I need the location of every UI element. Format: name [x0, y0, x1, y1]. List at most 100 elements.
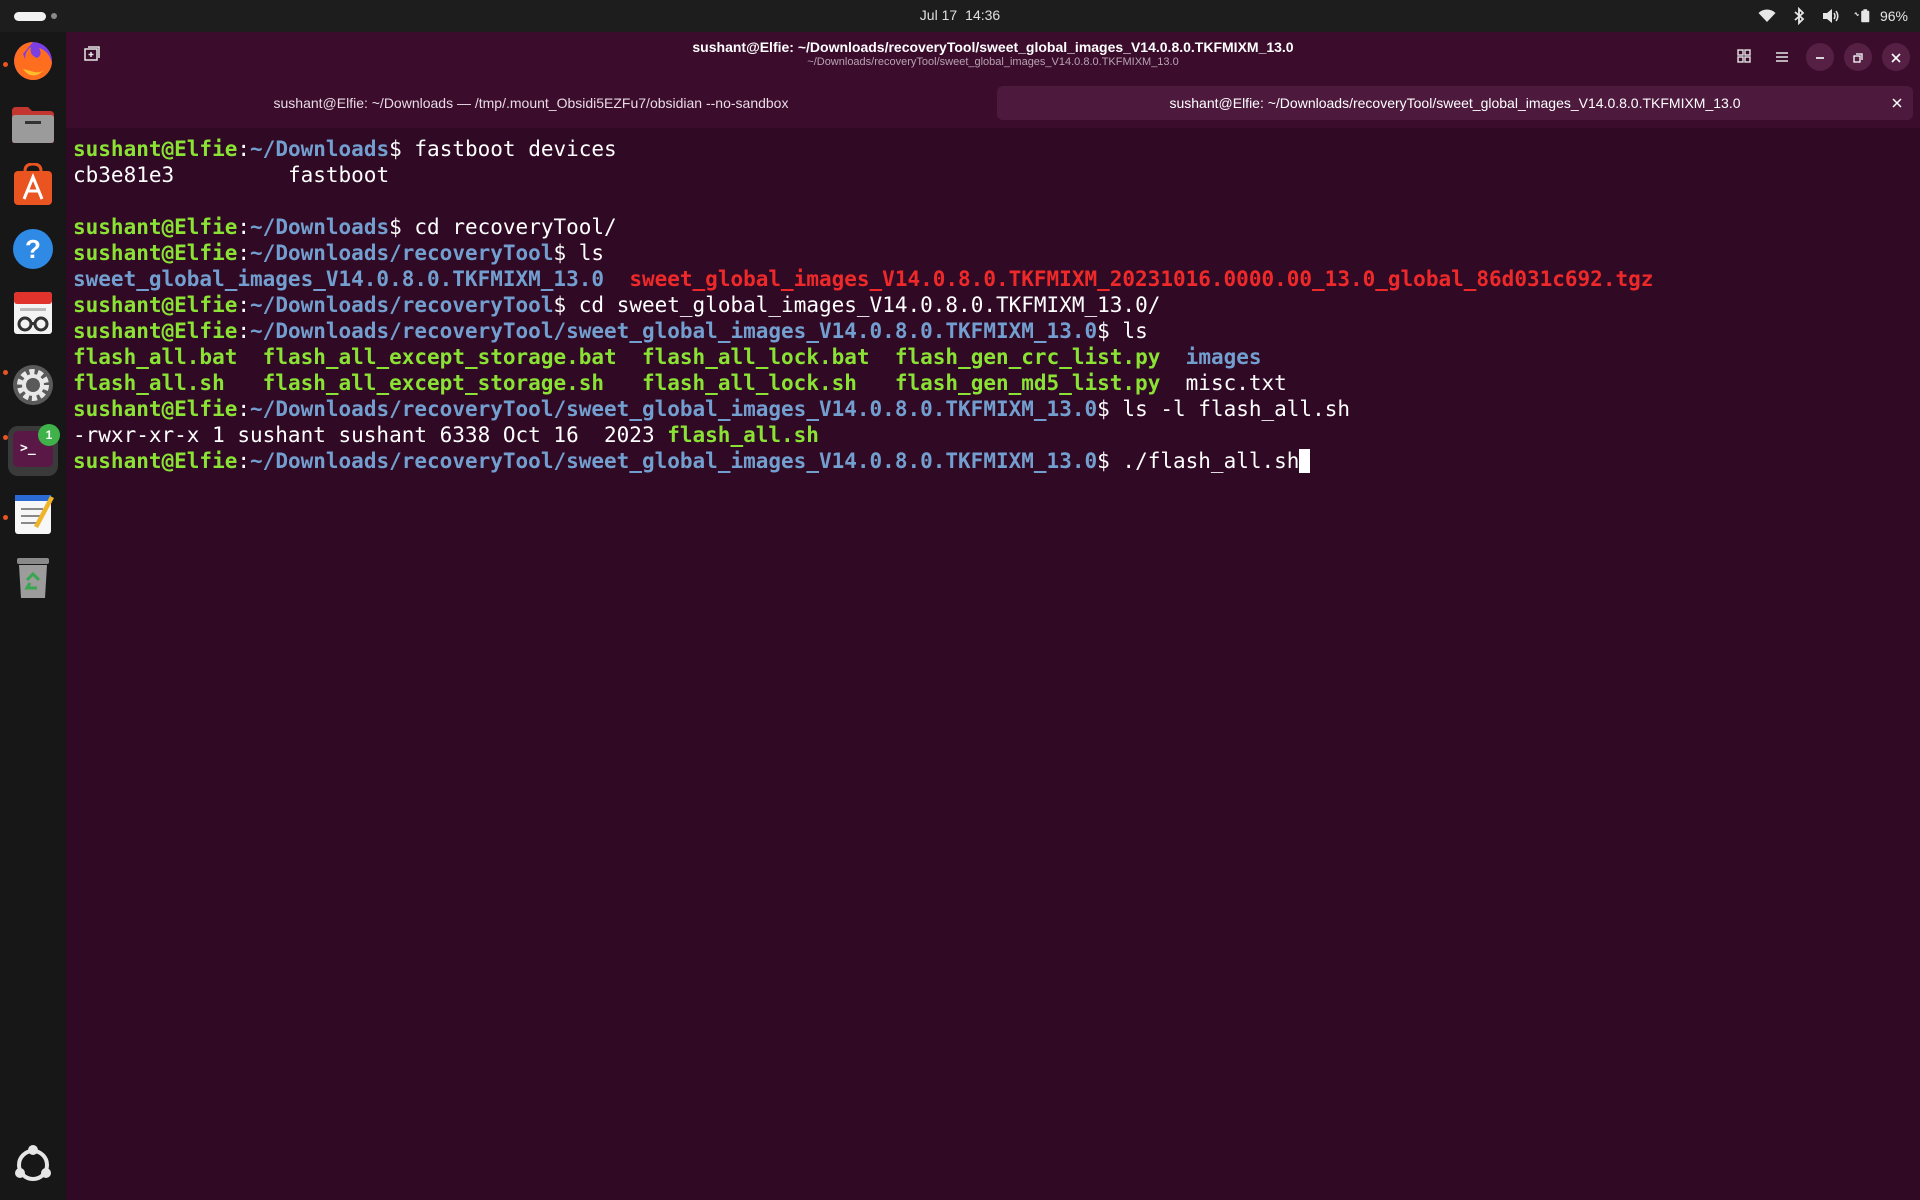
overview-button[interactable]: [1730, 43, 1758, 71]
prompt-path: ~/Downloads/recoveryTool: [250, 293, 554, 317]
gear-icon: [11, 363, 55, 411]
prompt-colon: :: [237, 137, 251, 161]
command-text: cd recoveryTool/: [401, 215, 617, 239]
ls-file-entry: flash_all_except_storage.sh: [262, 371, 605, 395]
prompt-user: sushant@Elfie: [73, 397, 238, 421]
terminal-line: sweet_global_images_V14.0.8.0.TKFMIXM_13…: [73, 266, 1920, 292]
terminal-line: cb3e81e3 fastboot: [73, 162, 1920, 188]
clock[interactable]: Jul 17 14:36: [0, 7, 1920, 23]
tab-obsidian[interactable]: sushant@Elfie: ~/Downloads — /tmp/.mount…: [70, 86, 992, 120]
prompt-path: ~/Downloads: [250, 215, 390, 239]
terminal-line: sushant@Elfie:~/Downloads/recoveryTool/s…: [73, 318, 1920, 344]
command-text: ls: [566, 241, 605, 265]
terminal-line: sushant@Elfie:~/Downloads/recoveryTool$ …: [73, 240, 1920, 266]
ls-long-metadata: -rwxr-xr-x 1 sushant sushant 6338 Oct 16…: [73, 423, 668, 447]
terminal-line: sushant@Elfie:~/Downloads/recoveryTool/s…: [73, 396, 1920, 422]
prompt-colon: :: [237, 241, 251, 265]
ls-file-entry: flash_all_lock.sh: [641, 371, 857, 395]
prompt-path: ~/Downloads/recoveryTool/sweet_global_im…: [250, 397, 1098, 421]
terminal-line: sushant@Elfie:~/Downloads$ cd recoveryTo…: [73, 214, 1920, 240]
app-center-icon: [13, 162, 53, 211]
prompt-dollar: $: [1097, 449, 1110, 473]
window-title-block: sushant@Elfie: ~/Downloads/recoveryTool/…: [66, 39, 1920, 69]
terminal-output[interactable]: sushant@Elfie:~/Downloads$ fastboot devi…: [66, 128, 1920, 1200]
svg-text:>_: >_: [20, 441, 36, 456]
ls-directory-entry: images: [1185, 345, 1262, 369]
svg-text:?: ?: [25, 234, 41, 264]
ls-file-entry: flash_all_lock.bat: [641, 345, 870, 369]
dock-trash[interactable]: [8, 554, 58, 604]
dock-help[interactable]: ?: [8, 226, 58, 276]
ls-file-entry: misc.txt: [1185, 371, 1287, 395]
ls-directory-entry: sweet_global_images_V14.0.8.0.TKFMIXM_13…: [73, 267, 605, 291]
ls-file-entry: flash_gen_md5_list.py: [894, 371, 1161, 395]
clock-date: Jul 17: [919, 7, 958, 23]
command-text: cd sweet_global_images_V14.0.8.0.TKFMIXM…: [566, 293, 1161, 317]
prompt-dollar: $: [553, 293, 567, 317]
prompt-user: sushant@Elfie: [73, 293, 238, 317]
prompt-path: ~/Downloads: [250, 137, 390, 161]
prompt-user: sushant@Elfie: [73, 319, 238, 343]
prompt-dollar: $: [553, 241, 567, 265]
tab-close-button[interactable]: [1889, 95, 1905, 111]
prompt-user: sushant@Elfie: [73, 449, 238, 473]
dock-terminal[interactable]: >_ 1: [8, 424, 60, 476]
ls-file-entry: flash_all_except_storage.bat: [262, 345, 617, 369]
prompt-path: ~/Downloads/recoveryTool: [250, 241, 554, 265]
window-controls: [1730, 42, 1910, 72]
restore-icon: [1853, 48, 1863, 67]
dock: ? >_ 1: [0, 32, 66, 1200]
dock-text-editor[interactable]: [8, 490, 58, 540]
hamburger-icon: [1775, 48, 1789, 67]
minimize-button[interactable]: [1806, 43, 1834, 71]
prompt-user: sushant@Elfie: [73, 137, 238, 161]
window-subtitle: ~/Downloads/recoveryTool/sweet_global_im…: [807, 56, 1179, 68]
close-icon: [1891, 48, 1901, 67]
prompt-colon: :: [237, 215, 251, 239]
tab-recovery-tool[interactable]: sushant@Elfie: ~/Downloads/recoveryTool/…: [997, 86, 1913, 120]
dock-app-center[interactable]: [8, 162, 58, 212]
volume-icon: [1822, 7, 1840, 25]
bluetooth-icon: [1790, 7, 1808, 25]
dock-settings[interactable]: [8, 362, 58, 412]
firefox-icon: [11, 39, 55, 87]
system-tray[interactable]: 96%: [1758, 6, 1908, 26]
prompt-colon: :: [237, 319, 251, 343]
trash-icon: [13, 554, 53, 604]
battery-icon: [1854, 7, 1872, 25]
close-window-button[interactable]: [1882, 43, 1910, 71]
tab-bar: sushant@Elfie: ~/Downloads — /tmp/.mount…: [66, 82, 1920, 128]
prompt-path: ~/Downloads/recoveryTool/sweet_global_im…: [250, 449, 1098, 473]
battery-percentage: 96%: [1879, 8, 1908, 24]
wifi-icon: [1758, 7, 1776, 25]
top-bar: Jul 17 14:36 96%: [0, 0, 1920, 32]
terminal-window: sushant@Elfie: ~/Downloads/recoveryTool/…: [66, 32, 1920, 1200]
title-bar[interactable]: sushant@Elfie: ~/Downloads/recoveryTool/…: [66, 32, 1920, 82]
prompt-dollar: $: [389, 215, 402, 239]
terminal-line: flash_all.sh flash_all_except_storage.sh…: [73, 370, 1920, 396]
dock-firefox[interactable]: [8, 38, 58, 88]
ls-file-entry: flash_all.sh: [73, 371, 225, 395]
prompt-colon: :: [237, 293, 251, 317]
prompt-colon: :: [237, 449, 251, 473]
terminal-line: sushant@Elfie:~/Downloads/recoveryTool/s…: [73, 448, 1920, 474]
menu-button[interactable]: [1768, 43, 1796, 71]
text-editor-icon: [12, 490, 54, 540]
terminal-line: sushant@Elfie:~/Downloads$ fastboot devi…: [73, 136, 1920, 162]
terminal-line: flash_all.bat flash_all_except_storage.b…: [73, 344, 1920, 370]
ls-file-entry: flash_all.sh: [667, 423, 819, 447]
device-state: fastboot: [287, 163, 390, 187]
dock-show-apps[interactable]: [8, 1142, 58, 1192]
command-text: ls: [1109, 319, 1148, 343]
prompt-user: sushant@Elfie: [73, 215, 238, 239]
restore-button[interactable]: [1844, 43, 1872, 71]
dock-files[interactable]: [8, 102, 58, 152]
dock-document-viewer[interactable]: [8, 290, 58, 340]
notification-badge: 1: [38, 424, 60, 446]
folder-icon: [10, 105, 56, 149]
prompt-colon: :: [237, 397, 251, 421]
prompt-dollar: $: [1097, 319, 1110, 343]
minimize-icon: [1815, 48, 1825, 67]
grid-icon: [1737, 48, 1751, 67]
